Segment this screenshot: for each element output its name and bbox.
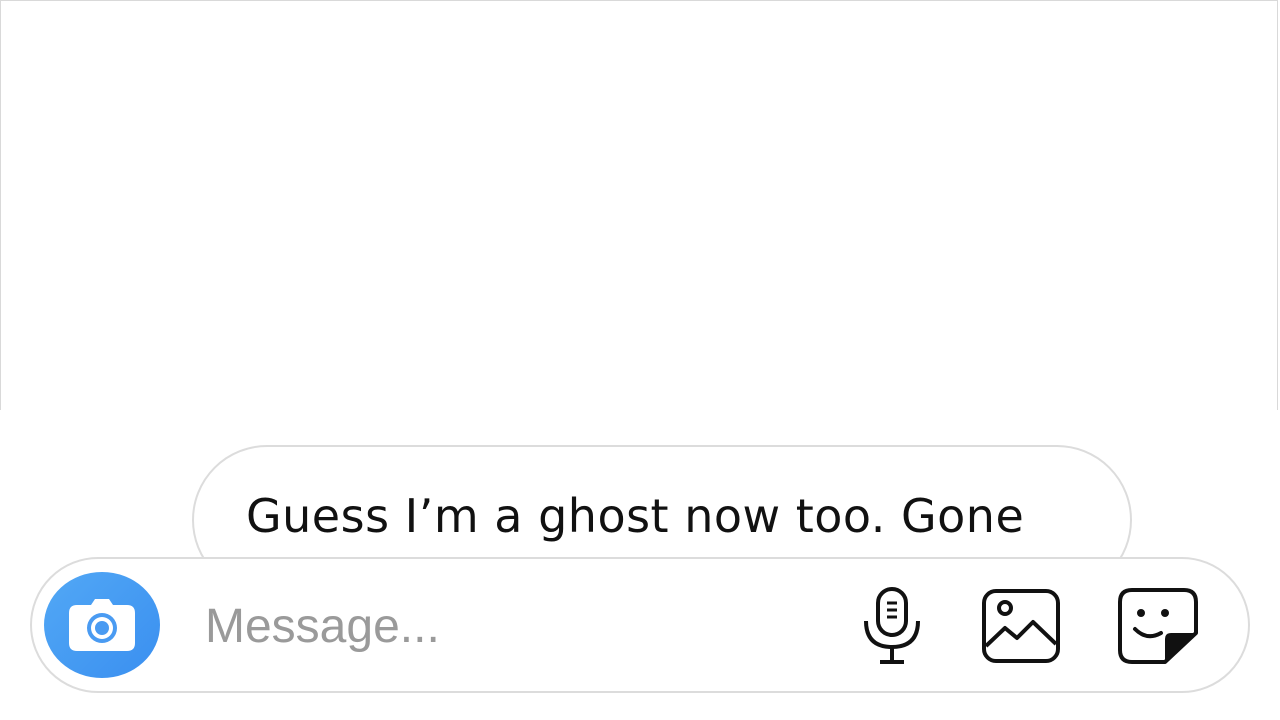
screen: Guess I’m a ghost now too. Gone [0,0,1280,720]
gallery-button[interactable] [979,585,1063,667]
camera-button[interactable] [44,572,160,678]
sticker-button[interactable] [1116,585,1200,667]
message-text: Guess I’m a ghost now too. Gone [246,489,1025,543]
sticker-icon [1118,588,1198,664]
voice-message-button[interactable] [850,585,934,667]
conversation-area [0,0,1278,410]
message-input[interactable] [205,595,765,657]
camera-icon [69,599,135,651]
gallery-icon [982,589,1060,663]
microphone-icon [864,587,920,664]
